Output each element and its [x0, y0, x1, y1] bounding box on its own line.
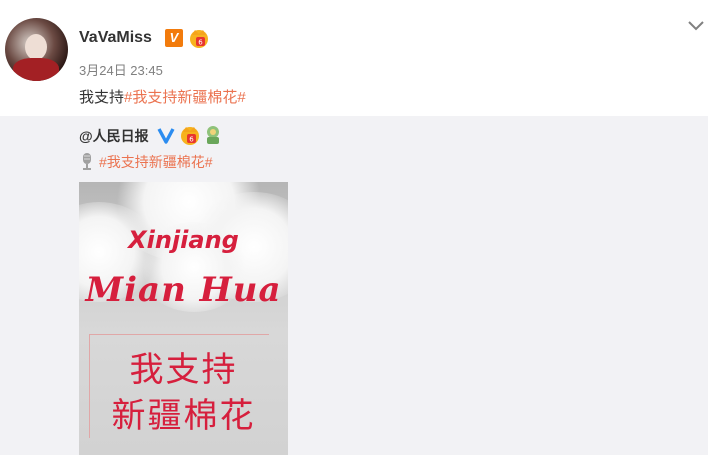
username[interactable]: VaVaMiss: [79, 29, 152, 47]
avatar-clothing: [13, 58, 59, 81]
member-crown-icon: 6: [181, 127, 199, 145]
green-medal-icon: [207, 126, 219, 144]
blue-verified-icon: [157, 128, 175, 144]
image-title-line1: Xinjiang: [128, 226, 239, 254]
post-header: VaVaMiss V 6 3月24日 23:45 我支持#我支持新疆棉花#: [0, 0, 708, 116]
image-title-line2: Mian Hua: [85, 270, 282, 310]
repost-topic-link[interactable]: #我支持新疆棉花#: [99, 154, 213, 170]
verified-v-icon: V: [165, 29, 183, 47]
post-text-prefix: 我支持: [79, 89, 125, 106]
member-crown-icon: 6: [190, 30, 208, 48]
user-avatar[interactable]: [5, 18, 68, 81]
repost-author[interactable]: @人民日报: [79, 126, 149, 146]
topic-link[interactable]: #我支持新疆棉花#: [124, 89, 246, 106]
repost-topic-line: #我支持新疆棉花#: [79, 152, 213, 172]
post-image[interactable]: Xinjiang Mian Hua 我支持 新疆棉花: [79, 182, 288, 455]
repost-card: @人民日报 6 #我支持新疆棉花# Xinjiang Mian Hua 我支持 …: [0, 116, 708, 455]
image-cn-line1: 我支持: [129, 350, 238, 390]
chevron-down-icon[interactable]: [686, 18, 706, 34]
svg-text:6: 6: [198, 39, 203, 47]
microphone-icon: [83, 153, 91, 170]
post-text: 我支持#我支持新疆棉花#: [79, 86, 246, 107]
image-cn-line2: 新疆棉花: [111, 396, 256, 436]
svg-text:6: 6: [189, 136, 194, 144]
post-timestamp[interactable]: 3月24日 23:45: [79, 60, 163, 79]
avatar-face: [25, 34, 47, 60]
